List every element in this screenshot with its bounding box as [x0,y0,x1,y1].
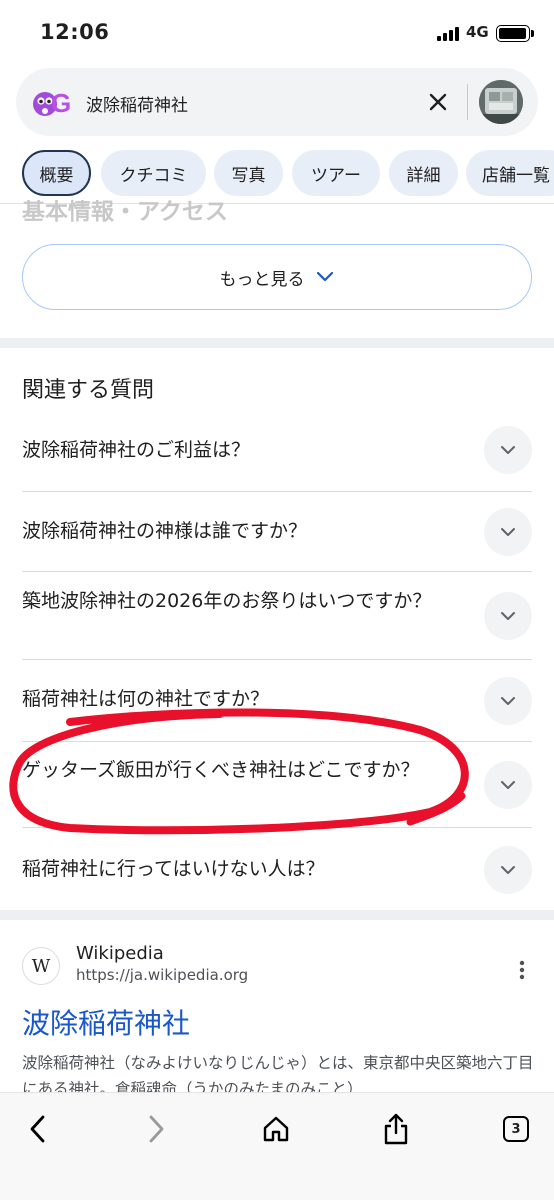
related-questions-title: 関連する質問 [22,378,155,403]
question-text: 築地波除神社の2026年のお祭りはいつですか？ [22,590,432,612]
chevron-right-icon [149,1115,164,1143]
avatar[interactable] [479,80,523,124]
tab-overview[interactable]: 概要 [22,150,91,196]
expand-chevron-icon[interactable] [484,592,532,640]
section-divider [0,338,554,348]
google-logo-icon[interactable]: G [30,82,74,122]
more-options-icon[interactable] [512,958,532,982]
status-time: 12:06 [40,20,110,44]
question-item[interactable]: ゲッターズ飯田が行くべき神社はどこですか？ [22,742,532,828]
question-item[interactable]: 稲荷神社に行ってはいけない人は？ [22,828,532,908]
question-item[interactable]: 波除稲荷神社の神様は誰ですか？ [22,492,532,572]
section-heading: 基本情報・アクセス [22,200,228,225]
share-icon [384,1113,408,1145]
tab-details[interactable]: 詳細 [389,150,458,196]
back-button[interactable] [16,1109,60,1149]
wikipedia-favicon-icon[interactable]: W [22,947,60,985]
expand-chevron-icon[interactable] [484,426,532,474]
question-item[interactable]: 波除稲荷神社のご利益は？ [22,410,532,492]
expand-chevron-icon[interactable] [484,761,532,809]
home-icon [263,1116,289,1142]
question-text: 波除稲荷神社のご利益は？ [22,439,251,461]
result-site-name[interactable]: Wikipedia [76,943,164,964]
network-label: 4G [466,23,489,41]
expand-chevron-icon[interactable] [484,677,532,725]
question-text: 波除稲荷神社の神様は誰ですか？ [22,520,308,542]
search-input[interactable]: 波除稲荷神社 [86,91,188,116]
result-url[interactable]: https://ja.wikipedia.org [76,966,248,984]
battery-icon [496,25,530,42]
filter-tabs: 概要 クチコミ 写真 ツアー 詳細 店舗一覧 [0,150,554,198]
tab-store-list[interactable]: 店舗一覧 [466,150,554,196]
question-text: ゲッターズ飯田が行くべき神社はどこですか？ [22,759,420,781]
tab-tours[interactable]: ツアー [292,150,380,196]
close-icon[interactable] [424,88,452,116]
chevron-down-icon [316,271,333,282]
result-title-link[interactable]: 波除稲荷神社 [22,1002,190,1042]
search-divider [467,84,468,120]
search-bar[interactable]: G 波除稲荷神社 [16,68,538,136]
expand-chevron-icon[interactable] [484,508,532,556]
section-divider [0,910,554,920]
chevron-left-icon [30,1115,45,1143]
browser-toolbar: 3 [0,1092,554,1200]
tab-photos[interactable]: 写真 [214,150,283,196]
question-item[interactable]: 稲荷神社は何の神社ですか？ [22,660,532,742]
tab-count-badge: 3 [503,1116,529,1142]
home-button[interactable] [254,1109,298,1149]
question-text: 稲荷神社に行ってはいけない人は？ [22,858,325,880]
forward-button[interactable] [134,1109,178,1149]
expand-chevron-icon[interactable] [484,846,532,894]
question-item[interactable]: 築地波除神社の2026年のお祭りはいつですか？ [22,572,532,660]
more-button[interactable]: もっと見る [22,244,532,310]
tab-reviews[interactable]: クチコミ [101,150,206,196]
more-button-label: もっと見る [219,269,305,290]
tabs-button[interactable]: 3 [494,1109,538,1149]
share-button[interactable] [374,1109,418,1149]
result-snippet: 波除稲荷神社（なみよけいなりじんじゃ）とは、東京都中央区築地六丁目にある神社。倉… [22,1054,534,1096]
status-bar: 12:06 4G [0,0,554,64]
signal-icon [437,26,459,41]
battery-nub [531,30,534,37]
svg-text:G: G [51,88,71,118]
question-text: 稲荷神社は何の神社ですか？ [22,688,270,710]
